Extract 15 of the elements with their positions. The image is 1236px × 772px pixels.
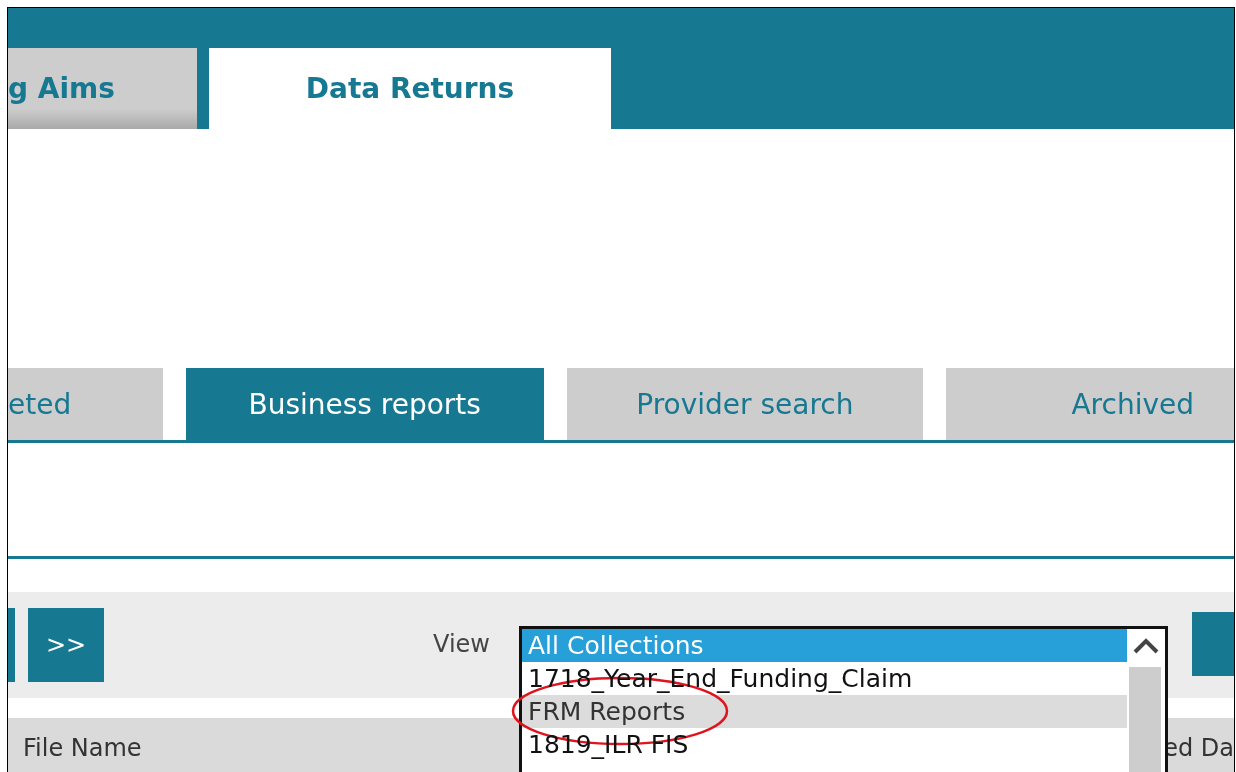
main-tab[interactable]: g Aims xyxy=(8,48,197,129)
list-option[interactable]: All Collections xyxy=(522,629,1127,662)
scroll-up-icon[interactable] xyxy=(1133,637,1159,655)
view-label: View xyxy=(433,630,490,658)
main-tab[interactable]: Data Returns xyxy=(209,48,611,129)
sub-tab[interactable]: eted xyxy=(8,368,163,440)
toolbar-button[interactable] xyxy=(1192,612,1234,676)
list-option[interactable]: FRM Reports xyxy=(522,695,1127,728)
sub-tab[interactable]: Provider search xyxy=(566,368,924,440)
column-header[interactable]: File Name xyxy=(8,734,142,762)
next-page-button[interactable]: >> xyxy=(28,608,104,682)
sub-tab[interactable]: Archived xyxy=(946,368,1234,440)
scrollbar-thumb[interactable] xyxy=(1129,667,1161,772)
pager-button[interactable] xyxy=(8,608,15,682)
sub-tab[interactable]: Business reports xyxy=(185,368,544,440)
